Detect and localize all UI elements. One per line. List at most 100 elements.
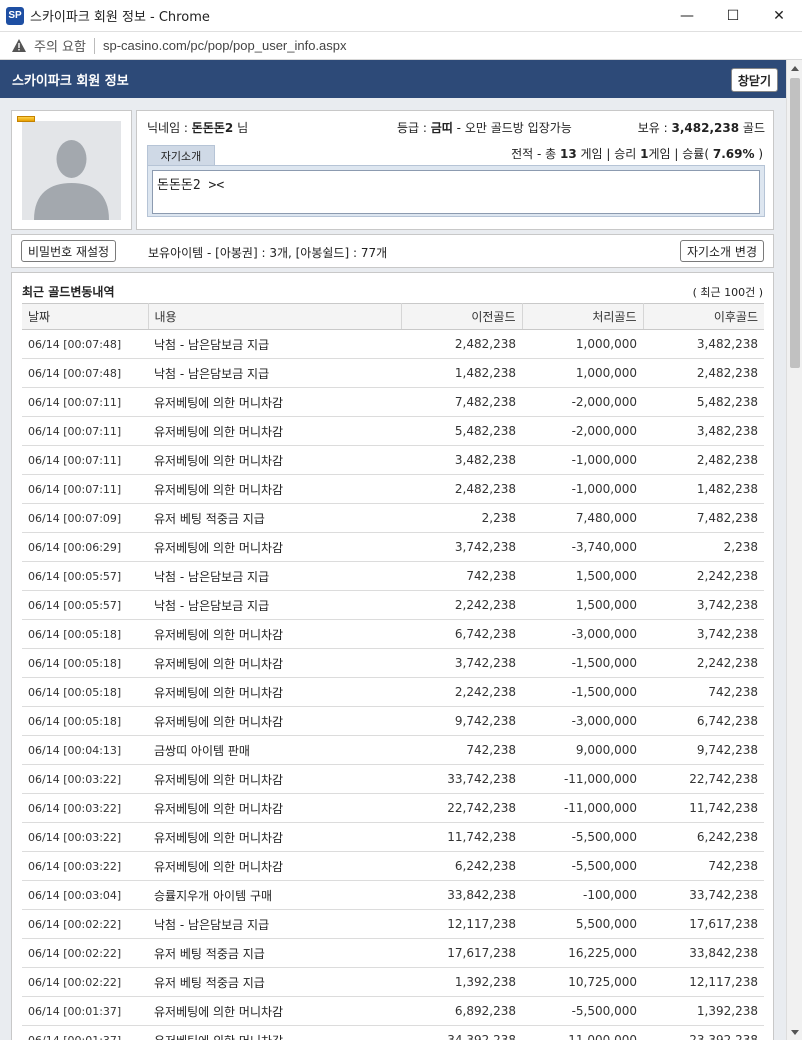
- row-date: 06/14 [00:03:22]: [22, 793, 148, 823]
- level-badge-icon: [17, 116, 35, 122]
- close-popup-button[interactable]: 창닫기: [730, 68, 778, 92]
- record-suffix: ): [754, 147, 763, 161]
- profile-card: [11, 110, 132, 230]
- row-after-gold: 1,392,238: [643, 996, 764, 1026]
- col-after-gold: 이후골드: [643, 303, 764, 330]
- edit-self-intro-button[interactable]: 자기소개 변경: [679, 240, 764, 262]
- row-after-gold: 2,242,238: [643, 561, 764, 591]
- table-row: 06/14 [00:02:22] 유저 베팅 적중금 지급 1,392,238 10,…: [22, 967, 764, 997]
- row-after-gold: 742,238: [643, 851, 764, 881]
- row-content: 낙첨 - 남은담보금 지급: [148, 590, 401, 620]
- row-date: 06/14 [00:03:22]: [22, 851, 148, 881]
- row-after-gold: 9,742,238: [643, 735, 764, 765]
- scroll-up-icon[interactable]: [787, 60, 802, 76]
- row-date: 06/14 [00:07:11]: [22, 445, 148, 475]
- row-prev-gold: 33,842,238: [401, 880, 522, 910]
- row-after-gold: 22,742,238: [643, 764, 764, 794]
- table-row: 06/14 [00:04:13] 금쌍띠 아이템 판매 742,238 9,000,0…: [22, 735, 764, 765]
- row-change-gold: 9,000,000: [522, 735, 643, 765]
- table-row: 06/14 [00:05:18] 유저베팅에 의한 머니차감 6,742,238 -3…: [22, 619, 764, 649]
- scrollbar-thumb[interactable]: [790, 78, 800, 368]
- row-change-gold: -2,000,000: [522, 387, 643, 417]
- maximize-button[interactable]: ☐: [710, 0, 756, 32]
- row-after-gold: 1,482,238: [643, 474, 764, 504]
- scroll-down-icon[interactable]: [787, 1024, 802, 1040]
- row-content: 유저 베팅 적중금 지급: [148, 938, 401, 968]
- nickname-label: 닉네임 :: [147, 121, 192, 135]
- row-content: 유저베팅에 의한 머니차감: [148, 822, 401, 852]
- default-user-icon: [22, 121, 121, 220]
- row-date: 06/14 [00:05:57]: [22, 590, 148, 620]
- grade-label: 등급 :: [397, 121, 431, 135]
- gold-history-panel: 최근 골드변동내역 ( 최근 100건 ) 날짜 내용 이전골드 처리골드 이후…: [11, 272, 774, 1040]
- row-content: 유저 베팅 적중금 지급: [148, 503, 401, 533]
- row-prev-gold: 3,742,238: [401, 648, 522, 678]
- row-date: 06/14 [00:07:48]: [22, 358, 148, 388]
- nickname-suffix: 님: [233, 121, 249, 135]
- holding-label: 보유 :: [637, 121, 672, 135]
- record-mid2: 게임 | 승률(: [648, 147, 713, 161]
- row-content: 유저베팅에 의한 머니차감: [148, 532, 401, 562]
- row-prev-gold: 2,482,238: [401, 329, 522, 359]
- row-change-gold: -1,500,000: [522, 677, 643, 707]
- row-after-gold: 2,242,238: [643, 648, 764, 678]
- row-date: 06/14 [00:04:13]: [22, 735, 148, 765]
- row-content: 낙첨 - 남은담보금 지급: [148, 358, 401, 388]
- row-date: 06/14 [00:01:37]: [22, 1025, 148, 1040]
- page-scrollbar[interactable]: [786, 60, 802, 1040]
- col-content: 내용: [148, 303, 402, 330]
- url-text[interactable]: sp-casino.com/pc/pop/pop_user_info.aspx: [103, 38, 347, 53]
- window-controls: — ☐ ✕: [664, 0, 802, 32]
- warning-icon[interactable]: [12, 39, 26, 53]
- row-date: 06/14 [00:07:09]: [22, 503, 148, 533]
- table-row: 06/14 [00:07:48] 낙첨 - 남은담보금 지급 2,482,238 1,…: [22, 329, 764, 359]
- address-separator: [93, 37, 95, 54]
- row-prev-gold: 17,617,238: [401, 938, 522, 968]
- row-content: 유저베팅에 의한 머니차감: [148, 1025, 401, 1040]
- row-change-gold: -1,000,000: [522, 445, 643, 475]
- record-mid: 게임 | 승리: [576, 147, 641, 161]
- row-change-gold: 16,225,000: [522, 938, 643, 968]
- row-prev-gold: 6,742,238: [401, 619, 522, 649]
- row-date: 06/14 [00:07:11]: [22, 416, 148, 446]
- row-change-gold: -5,500,000: [522, 996, 643, 1026]
- record-prefix: 전적 - 총: [511, 147, 560, 161]
- row-content: 낙첨 - 남은담보금 지급: [148, 329, 401, 359]
- grade: 등급 : 금띠 - 오만 골드방 입장가능: [397, 119, 572, 136]
- address-bar[interactable]: 주의 요함 sp-casino.com/pc/pop/pop_user_info…: [0, 32, 802, 60]
- row-prev-gold: 2,242,238: [401, 677, 522, 707]
- security-warning-label[interactable]: 주의 요함: [34, 36, 86, 55]
- table-header-row: 날짜 내용 이전골드 처리골드 이후골드: [22, 303, 764, 330]
- self-intro-box: 돈돈돈2 ><: [147, 165, 765, 217]
- row-after-gold: 3,482,238: [643, 416, 764, 446]
- col-prev-gold: 이전골드: [401, 303, 523, 330]
- row-prev-gold: 742,238: [401, 735, 522, 765]
- action-row: 비밀번호 재설정 보유아이템 - [아봉권] : 3개, [아봉쉴드] : 77…: [11, 234, 774, 268]
- row-change-gold: 1,500,000: [522, 590, 643, 620]
- holding-unit: 골드: [739, 121, 765, 135]
- row-content: 금쌍띠 아이템 판매: [148, 735, 401, 765]
- row-content: 유저베팅에 의한 머니차감: [148, 474, 401, 504]
- row-after-gold: 3,742,238: [643, 590, 764, 620]
- nickname: 닉네임 : 돈돈돈2 님: [147, 119, 248, 136]
- row-content: 유저베팅에 의한 머니차감: [148, 416, 401, 446]
- table-row: 06/14 [00:05:57] 낙첨 - 남은담보금 지급 2,242,238 1,…: [22, 590, 764, 620]
- tab-self-intro[interactable]: 자기소개: [147, 145, 215, 165]
- close-window-button[interactable]: ✕: [756, 0, 802, 32]
- table-row: 06/14 [00:03:22] 유저베팅에 의한 머니차감 33,742,238-…: [22, 764, 764, 794]
- popup-title: 스카이파크 회원 정보: [12, 73, 129, 89]
- minimize-button[interactable]: —: [664, 0, 710, 32]
- game-record: 전적 - 총 13 게임 | 승리 1게임 | 승률( 7.69% ): [511, 145, 763, 162]
- row-content: 유저베팅에 의한 머니차감: [148, 648, 401, 678]
- row-change-gold: -5,500,000: [522, 851, 643, 881]
- row-prev-gold: 6,892,238: [401, 996, 522, 1026]
- row-content: 유저베팅에 의한 머니차감: [148, 764, 401, 794]
- self-intro-text[interactable]: 돈돈돈2 ><: [152, 170, 760, 214]
- grade-description: - 오만 골드방 입장가능: [452, 121, 572, 135]
- row-content: 유저베팅에 의한 머니차감: [148, 445, 401, 475]
- table-row: 06/14 [00:05:57] 낙첨 - 남은담보금 지급 742,238 1,50…: [22, 561, 764, 591]
- row-date: 06/14 [00:03:04]: [22, 880, 148, 910]
- table-row: 06/14 [00:05:18] 유저베팅에 의한 머니차감 2,242,238 -1…: [22, 677, 764, 707]
- row-content: 낙첨 - 남은담보금 지급: [148, 561, 401, 591]
- reset-password-button[interactable]: 비밀번호 재설정: [21, 240, 117, 262]
